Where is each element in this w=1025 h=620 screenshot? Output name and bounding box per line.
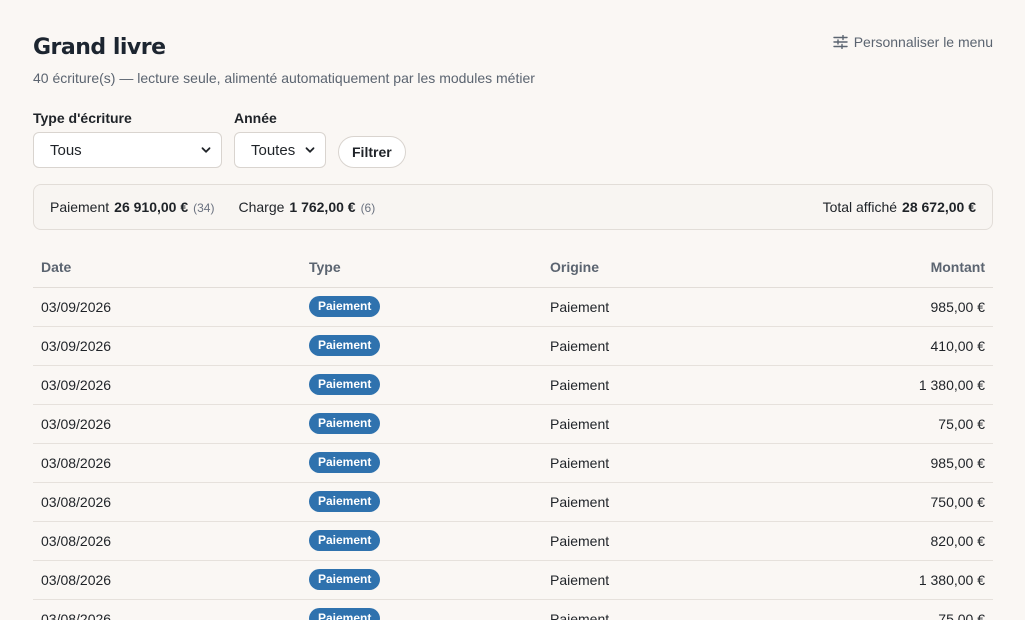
cell-amount: 1 380,00 € <box>792 560 993 600</box>
cell-date: 03/08/2026 <box>33 560 301 600</box>
cell-origin: Paiement <box>542 560 792 600</box>
cell-type: Paiement <box>301 326 542 366</box>
cell-amount: 1 380,00 € <box>792 365 993 405</box>
cell-origin: Paiement <box>542 404 792 444</box>
column-header-type[interactable]: Type <box>301 247 542 288</box>
type-badge: Paiement <box>309 374 381 395</box>
table-row[interactable]: 03/09/2026 Paiement Paiement 75,00 € <box>33 404 993 444</box>
page-title: Grand livre <box>33 35 166 60</box>
displayed-total: Total affiché 28 672,00 € <box>823 199 976 215</box>
cell-origin: Paiement <box>542 365 792 405</box>
cell-date: 03/08/2026 <box>33 482 301 522</box>
displayed-total-label: Total affiché <box>822 199 898 215</box>
cell-type: Paiement <box>301 482 542 522</box>
cell-date: 03/09/2026 <box>33 326 301 366</box>
ledger-page: Grand livre 40 écriture(s) — lecture seu… <box>0 0 1025 620</box>
chevron-down-icon <box>201 147 211 153</box>
cell-amount: 410,00 € <box>792 326 993 366</box>
totals-summary: Paiement 26 910,00 € (34) Charge 1 762,0… <box>33 184 993 230</box>
sliders-icon <box>833 35 848 49</box>
cell-date: 03/09/2026 <box>33 404 301 444</box>
cell-origin: Paiement <box>542 443 792 483</box>
cell-date: 03/09/2026 <box>33 287 301 327</box>
charge-total-count: (6) <box>360 201 376 215</box>
year-field: Année Toutes <box>234 110 326 168</box>
type-badge: Paiement <box>309 608 381 620</box>
table-header-row: Date Type Origine Montant <box>33 247 993 288</box>
type-badge: Paiement <box>309 335 381 356</box>
year-label: Année <box>234 110 277 126</box>
filter-button[interactable]: Filtrer <box>338 136 406 168</box>
column-header-date[interactable]: Date <box>33 247 301 288</box>
cell-type: Paiement <box>301 365 542 405</box>
year-select[interactable]: Toutes <box>234 132 326 168</box>
table-row[interactable]: 03/09/2026 Paiement Paiement 985,00 € <box>33 287 993 327</box>
cell-amount: 985,00 € <box>792 287 993 327</box>
cell-amount: 75,00 € <box>792 599 993 620</box>
charge-total: Charge 1 762,00 € (6) <box>238 199 375 215</box>
payment-total: Paiement 26 910,00 € (34) <box>50 199 214 215</box>
cell-date: 03/08/2026 <box>33 443 301 483</box>
cell-date: 03/08/2026 <box>33 521 301 561</box>
column-header-amount[interactable]: Montant <box>792 247 993 288</box>
charge-total-amount: 1 762,00 € <box>289 199 356 215</box>
type-badge: Paiement <box>309 530 381 551</box>
type-badge: Paiement <box>309 452 381 473</box>
cell-origin: Paiement <box>542 521 792 561</box>
cell-amount: 820,00 € <box>792 521 993 561</box>
table-row[interactable]: 03/08/2026 Paiement Paiement 1 380,00 € <box>33 560 993 600</box>
cell-type: Paiement <box>301 560 542 600</box>
page-subtitle: 40 écriture(s) — lecture seule, alimenté… <box>33 70 535 86</box>
cell-origin: Paiement <box>542 287 792 327</box>
cell-type: Paiement <box>301 287 542 327</box>
charge-total-label: Charge <box>238 199 285 215</box>
cell-origin: Paiement <box>542 326 792 366</box>
year-value: Toutes <box>251 141 296 159</box>
column-header-origin[interactable]: Origine <box>542 247 792 288</box>
cell-date: 03/09/2026 <box>33 365 301 405</box>
ledger-table: Date Type Origine Montant 03/09/2026 Paie… <box>33 247 993 620</box>
type-badge: Paiement <box>309 569 381 590</box>
cell-amount: 985,00 € <box>792 443 993 483</box>
entry-type-label: Type d'écriture <box>33 110 132 126</box>
customize-menu-label: Personnaliser le menu <box>853 34 993 50</box>
cell-type: Paiement <box>301 404 542 444</box>
entry-type-field: Type d'écriture Tous <box>33 110 222 168</box>
cell-origin: Paiement <box>542 599 792 620</box>
customize-menu-button[interactable]: Personnaliser le menu <box>833 34 993 50</box>
cell-amount: 75,00 € <box>792 404 993 444</box>
payment-total-label: Paiement <box>50 199 110 215</box>
displayed-total-amount: 28 672,00 € <box>902 199 976 215</box>
cell-type: Paiement <box>301 443 542 483</box>
payment-total-count: (34) <box>193 201 215 215</box>
cell-date: 03/08/2026 <box>33 599 301 620</box>
ledger-table-body: 03/09/2026 Paiement Paiement 985,00 €03/09/… <box>33 287 993 620</box>
cell-type: Paiement <box>301 599 542 620</box>
filters-bar: Type d'écriture Tous Année Toutes Filtre… <box>33 110 406 168</box>
table-row[interactable]: 03/08/2026 Paiement Paiement 820,00 € <box>33 521 993 561</box>
entry-type-value: Tous <box>50 141 82 159</box>
type-badge: Paiement <box>309 413 381 434</box>
table-row[interactable]: 03/08/2026 Paiement Paiement 985,00 € <box>33 443 993 483</box>
type-badge: Paiement <box>309 296 381 317</box>
table-row[interactable]: 03/09/2026 Paiement Paiement 410,00 € <box>33 326 993 366</box>
table-row[interactable]: 03/08/2026 Paiement Paiement 75,00 € <box>33 599 993 620</box>
table-row[interactable]: 03/08/2026 Paiement Paiement 750,00 € <box>33 482 993 522</box>
table-row[interactable]: 03/09/2026 Paiement Paiement 1 380,00 € <box>33 365 993 405</box>
entry-type-select[interactable]: Tous <box>33 132 222 168</box>
type-badge: Paiement <box>309 491 381 512</box>
cell-origin: Paiement <box>542 482 792 522</box>
cell-amount: 750,00 € <box>792 482 993 522</box>
chevron-down-icon <box>305 147 315 153</box>
payment-total-amount: 26 910,00 € <box>114 199 189 215</box>
cell-type: Paiement <box>301 521 542 561</box>
